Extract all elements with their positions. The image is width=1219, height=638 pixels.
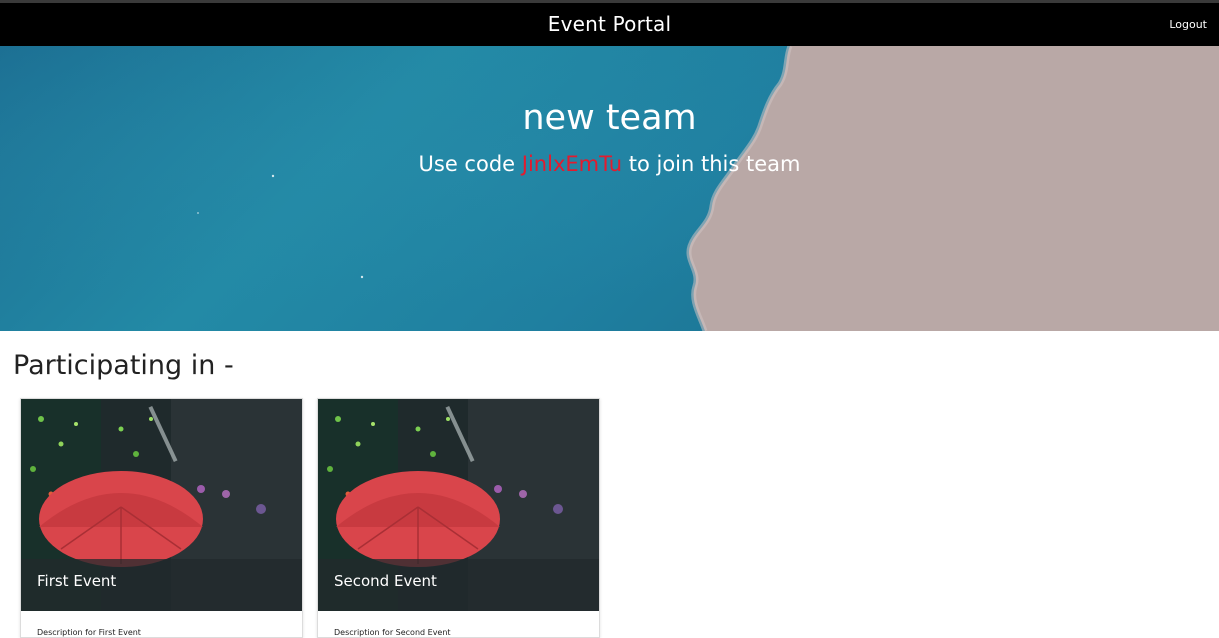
event-title: Second Event <box>334 572 437 590</box>
logout-link[interactable]: Logout <box>1169 3 1207 46</box>
event-card-second[interactable]: Second Event Description for Second Even… <box>317 398 600 638</box>
join-code-suffix: to join this team <box>628 152 801 176</box>
event-title: First Event <box>37 572 117 590</box>
team-name-heading: new team <box>522 98 697 138</box>
event-card-first[interactable]: First Event Description for First Event <box>20 398 303 638</box>
join-code-prefix: Use code <box>418 152 516 176</box>
participating-heading: Participating in - <box>13 350 234 381</box>
team-join-code: JinlxEmTu <box>521 152 623 176</box>
beach-background-image <box>197 46 1219 331</box>
app-title: Event Portal <box>547 12 672 36</box>
navbar: Event Portal Logout <box>0 3 1219 46</box>
join-code-line: Use code JinlxEmTu to join this team <box>0 152 1219 176</box>
team-hero-banner: new team Use code JinlxEmTu to join this… <box>0 46 1219 331</box>
